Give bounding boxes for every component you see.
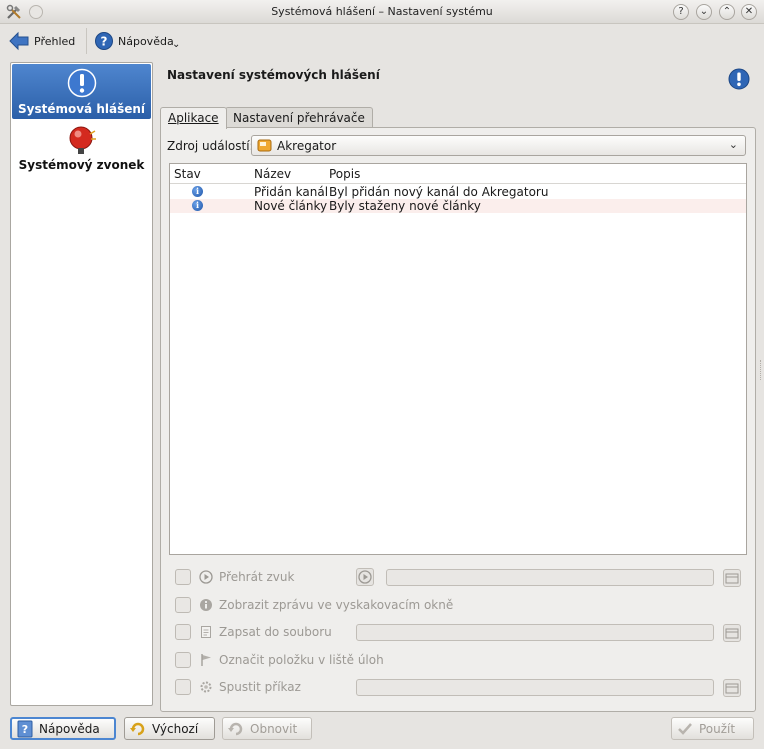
svg-text:?: ? — [101, 35, 108, 49]
play-sound-option[interactable]: Přehrát zvuk — [173, 568, 745, 588]
log-file-checkbox[interactable] — [175, 624, 191, 640]
command-field[interactable] — [356, 679, 714, 696]
event-source-select[interactable]: Akregator ⌄ — [251, 135, 746, 156]
taskbar-option[interactable]: Označit položku v liště úloh — [173, 651, 745, 671]
info-icon: i — [192, 200, 203, 211]
sidebar-item-label: Systémový zvonek — [18, 158, 145, 172]
help-menu-button[interactable]: ? Nápověda — [94, 28, 174, 54]
maximize-button[interactable]: ⌃ — [719, 4, 735, 20]
sidebar: Systémová hlášení Systémový zvonek — [10, 62, 153, 706]
sound-browse-button[interactable] — [723, 569, 741, 587]
page-title: Nastavení systémových hlášení — [167, 68, 380, 82]
defaults-button[interactable]: Výchozí — [124, 717, 215, 740]
folder-icon — [725, 683, 739, 694]
main-panel: Nastavení systémových hlášení Aplikace N… — [160, 62, 756, 712]
back-arrow-icon — [9, 31, 29, 51]
flag-icon — [201, 654, 211, 666]
log-file-label: Zapsat do souboru — [219, 625, 332, 639]
popup-option[interactable]: Zobrazit zprávu ve vyskakovacím okně — [173, 596, 745, 616]
sidebar-item-system-bell[interactable]: Systémový zvonek — [12, 120, 151, 175]
help-button-label: Nápověda — [39, 721, 100, 736]
log-file-browse-button[interactable] — [723, 624, 741, 642]
table-row[interactable]: i Nové články Byly staženy nové články — [170, 199, 746, 213]
info-exclamation-icon — [67, 68, 97, 98]
log-file-field[interactable] — [356, 624, 714, 641]
info-icon — [200, 599, 212, 611]
tab-label: Nastavení přehrávače — [233, 111, 365, 125]
row-description: Byl přidán nový kanál do Akregatoru — [329, 185, 549, 199]
row-name: Nové články — [254, 199, 328, 213]
folder-icon — [725, 628, 739, 639]
play-icon — [199, 570, 213, 584]
akregator-icon — [257, 139, 272, 151]
play-sound-label: Přehrát zvuk — [219, 570, 295, 584]
minimize-button[interactable]: ⌄ — [696, 4, 712, 20]
reset-button[interactable]: Obnovit — [222, 717, 312, 740]
sidebar-item-system-notifications[interactable]: Systémová hlášení — [12, 64, 151, 119]
undo-icon — [130, 722, 145, 735]
column-header-description[interactable]: Popis — [329, 167, 360, 181]
row-description: Byly staženy nové články — [329, 199, 481, 213]
events-table[interactable]: Stav Název Popis i Přidán kanál Byl přid… — [169, 163, 747, 555]
table-header: Stav Název Popis — [170, 164, 746, 184]
command-browse-button[interactable] — [723, 679, 741, 697]
help-window-button[interactable]: ? — [673, 4, 689, 20]
folder-icon — [725, 573, 739, 584]
info-exclamation-icon — [728, 68, 750, 90]
title-bar: Systémová hlášení – Nastavení systému ? … — [0, 0, 764, 24]
tab-panel: Zdroj událostí: Akregator ⌄ Stav Název P… — [160, 127, 756, 712]
back-label: Přehled — [34, 34, 76, 48]
taskbar-label: Označit položku v liště úloh — [219, 653, 384, 667]
resize-grip[interactable] — [760, 360, 763, 380]
popup-label: Zobrazit zprávu ve vyskakovacím okně — [219, 598, 454, 612]
reload-icon — [228, 722, 243, 735]
log-file-option[interactable]: Zapsat do souboru — [173, 623, 745, 643]
help-icon: ? — [17, 720, 33, 737]
popup-checkbox[interactable] — [175, 597, 191, 613]
tab-label: Aplikace — [168, 111, 219, 125]
taskbar-checkbox[interactable] — [175, 652, 191, 668]
info-icon: i — [192, 186, 203, 197]
chevron-down-icon[interactable]: ⌄ — [172, 39, 180, 50]
checkmark-icon — [678, 722, 692, 735]
toolbar: Přehled ? Nápověda ⌄ — [0, 24, 764, 58]
document-icon — [201, 626, 211, 638]
table-row[interactable]: i Přidán kanál Byl přidán nový kanál do … — [170, 185, 746, 199]
event-source-value: Akregator — [277, 138, 337, 153]
svg-text:?: ? — [22, 723, 28, 736]
chevron-down-icon: ⌄ — [728, 138, 738, 151]
toolbar-separator — [86, 28, 87, 54]
column-header-name[interactable]: Název — [254, 167, 291, 181]
play-sound-preview-button[interactable] — [356, 568, 374, 586]
help-label: Nápověda — [118, 34, 174, 48]
column-header-status[interactable]: Stav — [174, 167, 201, 181]
play-sound-checkbox[interactable] — [175, 569, 191, 585]
window-title: Systémová hlášení – Nastavení systému — [271, 5, 493, 18]
tab-player-settings[interactable]: Nastavení přehrávače — [225, 107, 373, 128]
reset-button-label: Obnovit — [250, 721, 298, 736]
help-button[interactable]: ? Nápověda — [10, 717, 116, 740]
apply-button[interactable]: Použít — [671, 717, 754, 740]
play-icon — [358, 570, 372, 584]
gear-icon — [200, 681, 212, 693]
defaults-button-label: Výchozí — [152, 721, 199, 736]
help-icon: ? — [95, 32, 113, 50]
run-command-label: Spustit příkaz — [219, 680, 301, 694]
apply-button-label: Použít — [699, 721, 736, 736]
sound-file-field[interactable] — [386, 569, 714, 586]
run-command-option[interactable]: Spustit příkaz — [173, 678, 745, 698]
tab-applications[interactable]: Aplikace — [160, 107, 227, 129]
bell-icon — [69, 126, 96, 154]
sidebar-item-label: Systémová hlášení — [17, 102, 146, 116]
close-button[interactable]: ✕ — [741, 4, 757, 20]
row-name: Přidán kanál — [254, 185, 329, 199]
run-command-checkbox[interactable] — [175, 679, 191, 695]
back-button[interactable]: Přehled — [8, 28, 75, 54]
source-label: Zdroj událostí: — [167, 139, 254, 153]
